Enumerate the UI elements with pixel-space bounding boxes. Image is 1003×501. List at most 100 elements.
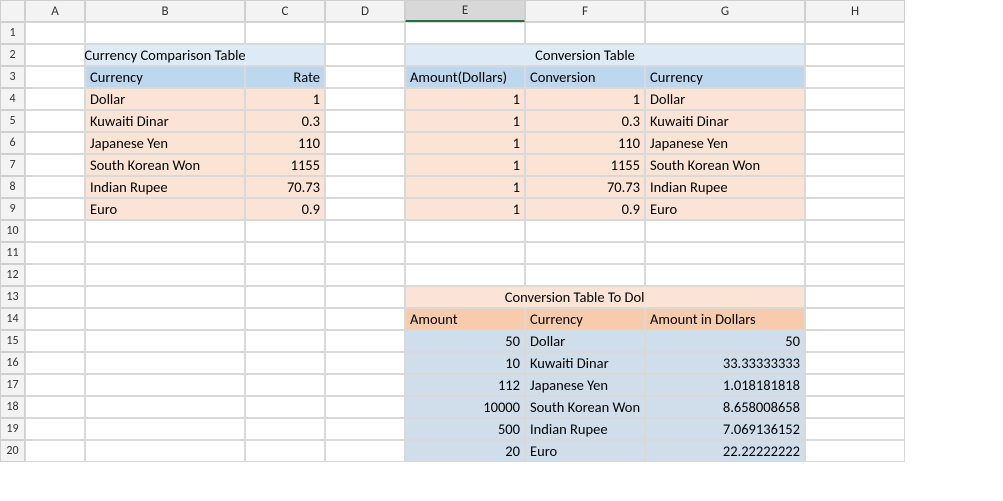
table2-conversion[interactable]: 110 [525, 132, 645, 154]
table1-rate[interactable]: 0.3 [245, 110, 325, 132]
cell-C15[interactable] [245, 330, 325, 352]
cell-B10[interactable] [85, 220, 245, 242]
table1-currency[interactable]: Dollar [85, 88, 245, 110]
cell-H2[interactable] [805, 44, 905, 66]
row-header-19[interactable]: 19 [0, 418, 25, 440]
cell-C13[interactable] [245, 286, 325, 308]
cell-C18[interactable] [245, 396, 325, 418]
cell-C14[interactable] [245, 308, 325, 330]
table2-hdr-amount[interactable]: Amount(Dollars) [405, 66, 525, 88]
cell-D19[interactable] [325, 418, 405, 440]
table2-currency[interactable]: Kuwaiti Dinar [645, 110, 805, 132]
cell-A12[interactable] [25, 264, 85, 286]
row-header-14[interactable]: 14 [0, 308, 25, 330]
cell-H16[interactable] [805, 352, 905, 374]
cell-A15[interactable] [25, 330, 85, 352]
cell-G12[interactable] [645, 264, 805, 286]
cell-D20[interactable] [325, 440, 405, 462]
table3-dollars[interactable]: 22.22222222 [645, 440, 805, 462]
cell-G10[interactable] [645, 220, 805, 242]
table2-currency[interactable]: South Korean Won [645, 154, 805, 176]
table3-currency[interactable]: Japanese Yen [525, 374, 645, 396]
row-header-4[interactable]: 4 [0, 88, 25, 110]
cell-H14[interactable] [805, 308, 905, 330]
cell-C20[interactable] [245, 440, 325, 462]
cell-C10[interactable] [245, 220, 325, 242]
table2-amount[interactable]: 1 [405, 132, 525, 154]
row-header-6[interactable]: 6 [0, 132, 25, 154]
table2-amount[interactable]: 1 [405, 154, 525, 176]
table3-hdr-currency[interactable]: Currency [525, 308, 645, 330]
table3-dollars[interactable]: 1.018181818 [645, 374, 805, 396]
cell-A13[interactable] [25, 286, 85, 308]
table1-currency[interactable]: Kuwaiti Dinar [85, 110, 245, 132]
table3-hdr-dollars[interactable]: Amount in Dollars [645, 308, 805, 330]
cell-A17[interactable] [25, 374, 85, 396]
table3-dollars[interactable]: 33.33333333 [645, 352, 805, 374]
table2-amount[interactable]: 1 [405, 88, 525, 110]
column-header-D[interactable]: D [325, 0, 405, 22]
cell-H18[interactable] [805, 396, 905, 418]
cell-E1[interactable] [405, 22, 525, 44]
cell-H11[interactable] [805, 242, 905, 264]
cell-A14[interactable] [25, 308, 85, 330]
cell-H1[interactable] [805, 22, 905, 44]
table1-hdr-rate[interactable]: Rate [245, 66, 325, 88]
cell-C17[interactable] [245, 374, 325, 396]
cell-A11[interactable] [25, 242, 85, 264]
cell-B14[interactable] [85, 308, 245, 330]
cell-G2[interactable] [645, 44, 805, 66]
cell-A3[interactable] [25, 66, 85, 88]
cell-H6[interactable] [805, 132, 905, 154]
row-header-5[interactable]: 5 [0, 110, 25, 132]
cell-B1[interactable] [85, 22, 245, 44]
table2-currency[interactable]: Japanese Yen [645, 132, 805, 154]
cell-A16[interactable] [25, 352, 85, 374]
cell-H20[interactable] [805, 440, 905, 462]
cell-B11[interactable] [85, 242, 245, 264]
cell-H3[interactable] [805, 66, 905, 88]
table3-dollars[interactable]: 7.069136152 [645, 418, 805, 440]
table2-amount[interactable]: 1 [405, 176, 525, 198]
cell-E2[interactable] [405, 44, 525, 66]
table1-rate[interactable]: 70.73 [245, 176, 325, 198]
table1-currency[interactable]: Euro [85, 198, 245, 220]
cell-F12[interactable] [525, 264, 645, 286]
spreadsheet-grid[interactable]: ABCDEFGH12Currency Comparison TableConve… [0, 0, 1003, 462]
column-header-F[interactable]: F [525, 0, 645, 22]
cell-B17[interactable] [85, 374, 245, 396]
table3-currency[interactable]: Dollar [525, 330, 645, 352]
cell-F10[interactable] [525, 220, 645, 242]
cell-D18[interactable] [325, 396, 405, 418]
cell-F1[interactable] [525, 22, 645, 44]
cell-C16[interactable] [245, 352, 325, 374]
table1-title[interactable]: Currency Comparison Table [85, 44, 245, 66]
table2-hdr-currency[interactable]: Currency [645, 66, 805, 88]
cell-D15[interactable] [325, 330, 405, 352]
table1-currency[interactable]: Japanese Yen [85, 132, 245, 154]
cell-H9[interactable] [805, 198, 905, 220]
cell-D14[interactable] [325, 308, 405, 330]
row-header-18[interactable]: 18 [0, 396, 25, 418]
cell-A7[interactable] [25, 154, 85, 176]
table2-conversion[interactable]: 1 [525, 88, 645, 110]
select-all-corner[interactable] [0, 0, 25, 22]
cell-A20[interactable] [25, 440, 85, 462]
cell-D7[interactable] [325, 154, 405, 176]
cell-D10[interactable] [325, 220, 405, 242]
row-header-11[interactable]: 11 [0, 242, 25, 264]
row-header-10[interactable]: 10 [0, 220, 25, 242]
table1-rate[interactable]: 110 [245, 132, 325, 154]
cell-A5[interactable] [25, 110, 85, 132]
cell-D13[interactable] [325, 286, 405, 308]
cell-F11[interactable] [525, 242, 645, 264]
table1-hdr-currency[interactable]: Currency [85, 66, 245, 88]
table2-currency[interactable]: Dollar [645, 88, 805, 110]
cell-G13[interactable] [645, 286, 805, 308]
cell-D2[interactable] [325, 44, 405, 66]
cell-C19[interactable] [245, 418, 325, 440]
column-header-A[interactable]: A [25, 0, 85, 22]
cell-E12[interactable] [405, 264, 525, 286]
cell-B16[interactable] [85, 352, 245, 374]
column-header-H[interactable]: H [805, 0, 905, 22]
